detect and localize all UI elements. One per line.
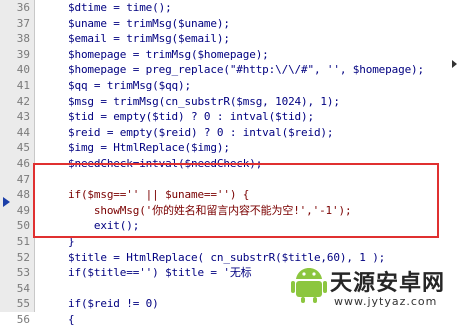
code-line[interactable]: 38 $email = trimMsg($email); bbox=[0, 31, 460, 47]
line-number: 56 bbox=[16, 313, 30, 326]
watermark-url: www.jytyaz.com bbox=[334, 295, 438, 308]
line-number: 36 bbox=[16, 1, 30, 14]
code-text: if($title=='') $title = '无标 bbox=[68, 266, 252, 280]
code-text: { bbox=[68, 313, 75, 326]
code-line[interactable]: 42 $msg = trimMsg(cn_substrR($msg, 1024),… bbox=[0, 94, 460, 110]
line-number: 51 bbox=[16, 235, 30, 248]
scroll-indicator-icon bbox=[452, 60, 457, 68]
site-watermark: 天源安卓网 www.jytyaz.com bbox=[290, 262, 460, 312]
code-line[interactable]: 45 $img = HtmlReplace($img); bbox=[0, 140, 460, 156]
android-logo-icon bbox=[291, 268, 327, 303]
code-text: $homepage = trimMsg($homepage); bbox=[68, 47, 269, 61]
code-line[interactable]: 43 $tid = empty($tid) ? 0 : intval($tid); bbox=[0, 109, 460, 125]
code-text: $msg = trimMsg(cn_substrR($msg, 1024), 1… bbox=[68, 94, 340, 108]
line-number: 42 bbox=[16, 94, 30, 108]
line-number: 54 bbox=[16, 281, 30, 295]
highlight-annotation-box bbox=[33, 163, 439, 238]
code-text: if($reid != 0) bbox=[68, 297, 159, 311]
line-number: 53 bbox=[16, 266, 30, 280]
code-line[interactable]: 41 $qq = trimMsg($qq); bbox=[0, 78, 460, 94]
line-number: 40 bbox=[16, 63, 30, 77]
watermark-title: 天源安卓网 bbox=[330, 271, 446, 296]
code-text: $img = HtmlReplace($img); bbox=[68, 141, 230, 155]
line-number: 37 bbox=[16, 16, 30, 30]
code-text: $tid = empty($tid) ? 0 : intval($tid); bbox=[68, 110, 314, 124]
code-line[interactable]: 56 { bbox=[0, 312, 460, 328]
line-number: 38 bbox=[16, 32, 30, 46]
bookmark-arrow-icon bbox=[3, 197, 10, 207]
code-line[interactable]: 40 $homepage = preg_replace("#http:\/\/#"… bbox=[0, 62, 460, 78]
code-line[interactable]: 36 $dtime = time(); bbox=[0, 0, 460, 16]
line-number: 44 bbox=[16, 125, 30, 139]
line-number: 45 bbox=[16, 141, 30, 155]
line-number: 50 bbox=[16, 219, 30, 233]
line-number: 47 bbox=[16, 172, 30, 186]
line-number: 52 bbox=[16, 250, 30, 264]
code-line[interactable]: 37 $uname = trimMsg($uname); bbox=[0, 16, 460, 32]
code-text: $dtime = time(); bbox=[68, 1, 172, 14]
line-number: 55 bbox=[16, 297, 30, 311]
code-editor[interactable]: 36 $dtime = time(); 37 $uname = trimMsg($un… bbox=[0, 0, 460, 326]
code-text: $uname = trimMsg($uname); bbox=[68, 16, 230, 30]
code-text: $email = trimMsg($email); bbox=[68, 32, 230, 46]
code-text: $qq = trimMsg($qq); bbox=[68, 79, 191, 92]
line-number: 46 bbox=[16, 157, 30, 170]
line-number: 41 bbox=[16, 79, 30, 92]
code-text: $reid = empty($reid) ? 0 : intval($reid)… bbox=[68, 125, 334, 139]
line-number: 39 bbox=[16, 47, 30, 61]
code-line[interactable]: 39 $homepage = trimMsg($homepage); bbox=[0, 47, 460, 63]
line-number: 43 bbox=[16, 110, 30, 124]
code-line[interactable]: 44 $reid = empty($reid) ? 0 : intval($rei… bbox=[0, 125, 460, 141]
code-text: $homepage = preg_replace("#http:\/\/#", … bbox=[68, 63, 424, 77]
